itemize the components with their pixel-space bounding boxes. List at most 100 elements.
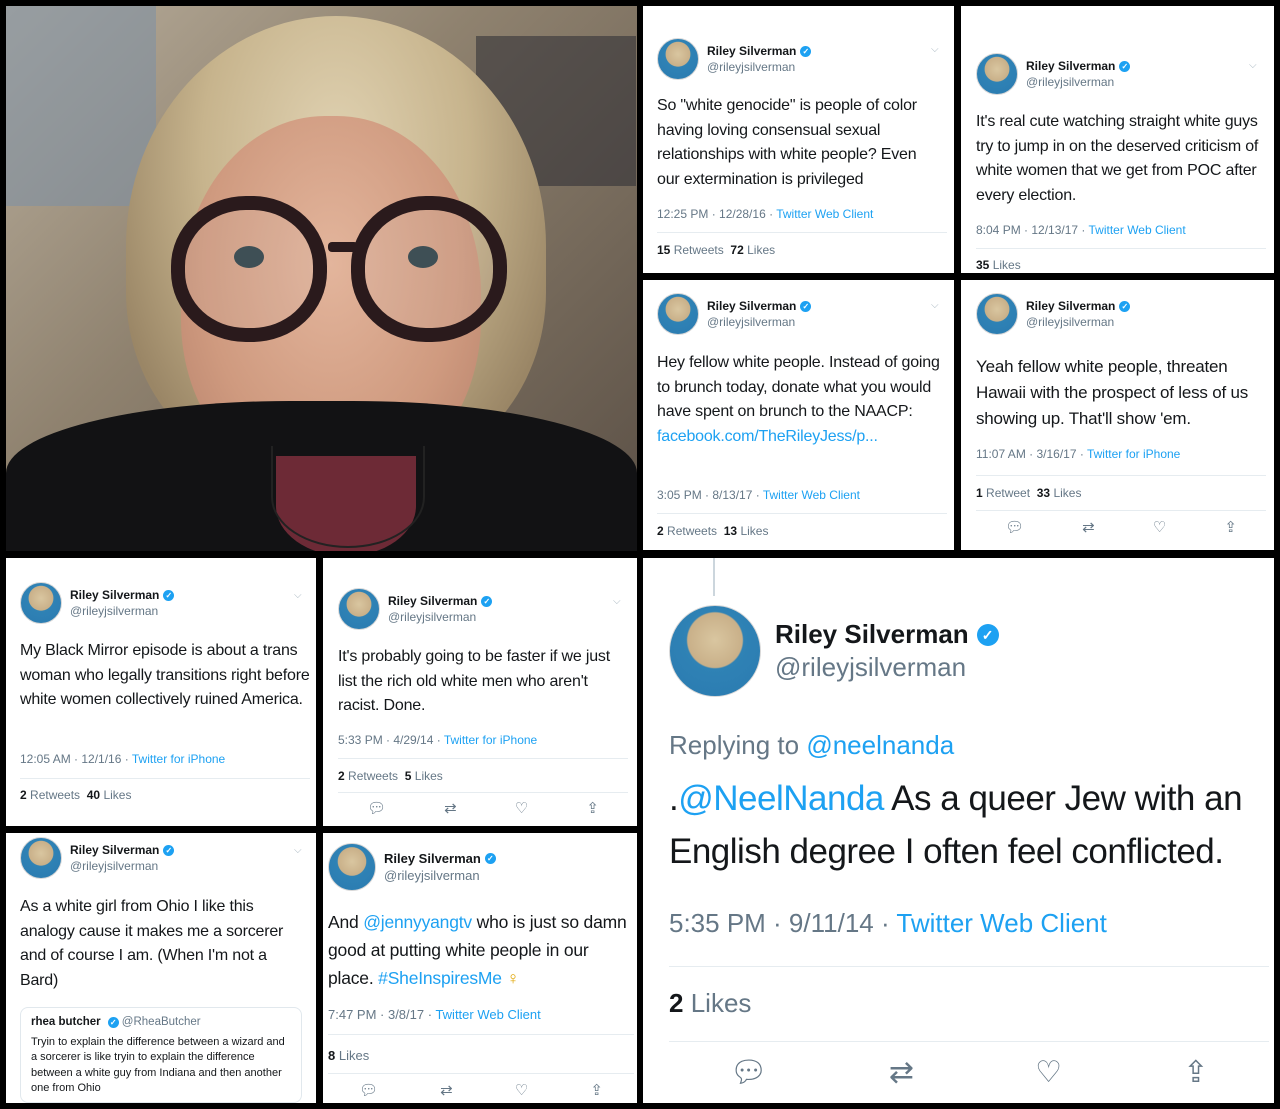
avatar[interactable] xyxy=(20,582,62,624)
reply-icon[interactable]: 💬︎ xyxy=(730,1055,768,1090)
quoted-tweet[interactable]: rhea butcher ✓ @RheaButcher Tryin to exp… xyxy=(20,1007,302,1103)
avatar[interactable] xyxy=(338,588,380,630)
reply-icon[interactable]: 💬︎ xyxy=(359,1081,378,1099)
tweet-stats: 8 Likes xyxy=(328,1048,369,1063)
tweet-source[interactable]: Twitter for iPhone xyxy=(132,752,225,766)
author-name[interactable]: Riley Silverman xyxy=(775,619,969,650)
tweet-source[interactable]: Twitter Web Client xyxy=(896,908,1106,938)
tweet-card[interactable]: Riley Silverman ✓ @rileyjsilverman ⌵ It's… xyxy=(961,6,1274,273)
author-name[interactable]: Riley Silverman xyxy=(707,44,796,58)
share-icon[interactable]: ⇪ xyxy=(586,799,599,817)
tweet-text: .@NeelNanda As a queer Jew with an Engli… xyxy=(669,772,1264,878)
tweet-card[interactable]: Riley Silverman ✓ @rileyjsilverman ⌵ It's… xyxy=(323,558,637,826)
author-handle[interactable]: @rileyjsilverman xyxy=(1026,315,1130,329)
tweet-mention[interactable]: @jennyyangtv xyxy=(363,912,472,932)
tweet-hashtag[interactable]: #SheInspiresMe xyxy=(378,968,502,988)
tweet-text: As a white girl from Ohio I like this an… xyxy=(20,898,284,989)
tweet-card[interactable]: Riley Silverman ✓ @rileyjsilverman ⌵ Hey … xyxy=(643,280,954,550)
like-count[interactable]: 13 xyxy=(724,524,737,538)
chevron-down-icon[interactable]: ⌵ xyxy=(1249,60,1257,71)
quoted-author-name[interactable]: rhea butcher xyxy=(31,1016,101,1028)
like-count[interactable]: 40 xyxy=(87,788,100,802)
verified-check-icon: ✓ xyxy=(976,623,999,646)
author-handle[interactable]: @rileyjsilverman xyxy=(707,315,811,329)
reply-icon[interactable]: 💬︎ xyxy=(1005,518,1024,536)
avatar[interactable] xyxy=(657,293,699,335)
author-name[interactable]: Riley Silverman xyxy=(70,843,159,857)
retweet-count[interactable]: 2 xyxy=(20,788,27,802)
author-handle[interactable]: @rileyjsilverman xyxy=(707,60,811,74)
retweet-count[interactable]: 15 xyxy=(657,243,670,257)
like-count[interactable]: 72 xyxy=(730,243,743,257)
author-name[interactable]: Riley Silverman xyxy=(1026,299,1115,313)
author-handle[interactable]: @rileyjsilverman xyxy=(70,604,174,618)
author-handle[interactable]: @rileyjsilverman xyxy=(384,868,496,883)
author-handle[interactable]: @rileyjsilverman xyxy=(1026,75,1130,89)
like-count[interactable]: 2 xyxy=(669,988,683,1018)
avatar[interactable] xyxy=(976,53,1018,95)
chevron-down-icon[interactable]: ⌵ xyxy=(294,845,302,856)
retweet-icon[interactable]: ⇄ xyxy=(889,1055,914,1090)
like-label: Likes xyxy=(690,988,752,1018)
chevron-down-icon[interactable]: ⌵ xyxy=(613,596,621,607)
divider xyxy=(976,475,1266,476)
like-count[interactable]: 5 xyxy=(405,769,412,783)
tweet-card[interactable]: Riley Silverman ✓ @rileyjsilverman ⌵ So "… xyxy=(643,6,954,273)
share-icon[interactable]: ⇪ xyxy=(590,1081,603,1099)
tweet-header: Riley Silverman ✓ @rileyjsilverman xyxy=(976,53,1131,95)
avatar[interactable] xyxy=(669,605,761,697)
tweet-mention[interactable]: @NeelNanda xyxy=(678,779,884,818)
female-sign-emoji: ♀ xyxy=(506,968,520,988)
retweet-icon[interactable]: ⇄ xyxy=(1082,518,1095,536)
avatar[interactable] xyxy=(976,293,1018,335)
share-icon[interactable]: ⇪ xyxy=(1183,1055,1208,1090)
retweet-label: Retweets xyxy=(30,788,81,802)
author-name[interactable]: Riley Silverman xyxy=(1026,59,1115,73)
tweet-text: Yeah fellow white people, threaten Hawai… xyxy=(976,357,1249,428)
chevron-down-icon[interactable]: ⌵ xyxy=(931,44,939,55)
retweet-count[interactable]: 1 xyxy=(976,486,983,500)
tweet-source[interactable]: Twitter Web Client xyxy=(1089,223,1186,237)
author-handle[interactable]: @rileyjsilverman xyxy=(388,610,492,624)
author-name[interactable]: Riley Silverman xyxy=(384,851,481,866)
author-handle[interactable]: @rileyjsilverman xyxy=(775,652,999,683)
retweet-count[interactable]: 2 xyxy=(338,769,345,783)
replying-mention[interactable]: @neelnanda xyxy=(806,730,954,760)
tweet-source[interactable]: Twitter Web Client xyxy=(776,207,873,221)
author-name[interactable]: Riley Silverman xyxy=(388,594,477,608)
reply-icon[interactable]: 💬︎ xyxy=(367,799,386,817)
share-icon[interactable]: ⇪ xyxy=(1224,518,1237,536)
author-handle[interactable]: @rileyjsilverman xyxy=(70,859,174,873)
chevron-down-icon[interactable]: ⌵ xyxy=(931,300,939,311)
tweet-source[interactable]: Twitter Web Client xyxy=(763,488,860,502)
tweet-stats: 1 Retweet 33 Likes xyxy=(976,486,1081,500)
tweet-card[interactable]: Riley Silverman ✓ @rileyjsilverman Yeah f… xyxy=(961,280,1274,550)
heart-icon[interactable]: ♡ xyxy=(1153,518,1166,536)
tweet-card[interactable]: Riley Silverman ✓ @rileyjsilverman ⌵ My B… xyxy=(6,558,316,826)
tweet-card[interactable]: Riley Silverman ✓ @rileyjsilverman And @j… xyxy=(323,833,637,1103)
heart-icon[interactable]: ♡ xyxy=(1035,1055,1062,1090)
tweet-link[interactable]: facebook.com/TheRileyJess/p... xyxy=(657,428,878,445)
tweet-stats: 35 Likes xyxy=(976,258,1021,272)
retweet-icon[interactable]: ⇄ xyxy=(444,799,457,817)
tweet-card[interactable]: Riley Silverman ✓ @rileyjsilverman Replyi… xyxy=(643,558,1274,1103)
avatar[interactable] xyxy=(328,843,376,891)
tweet-source[interactable]: Twitter Web Client xyxy=(435,1007,540,1022)
tweet-source[interactable]: Twitter for iPhone xyxy=(444,733,537,747)
retweet-icon[interactable]: ⇄ xyxy=(440,1081,453,1099)
chevron-down-icon[interactable]: ⌵ xyxy=(294,590,302,601)
author-name[interactable]: Riley Silverman xyxy=(70,588,159,602)
like-count[interactable]: 35 xyxy=(976,258,989,272)
like-count[interactable]: 33 xyxy=(1037,486,1050,500)
tweet-time: 5:33 PM · 4/29/14 · xyxy=(338,733,444,747)
author-name[interactable]: Riley Silverman xyxy=(707,299,796,313)
avatar[interactable] xyxy=(657,38,699,80)
quoted-author-handle[interactable]: @RheaButcher xyxy=(122,1016,201,1028)
retweet-count[interactable]: 2 xyxy=(657,524,664,538)
tweet-source[interactable]: Twitter for iPhone xyxy=(1087,447,1180,461)
avatar[interactable] xyxy=(20,837,62,879)
heart-icon[interactable]: ♡ xyxy=(515,1081,528,1099)
heart-icon[interactable]: ♡ xyxy=(515,799,528,817)
like-count[interactable]: 8 xyxy=(328,1048,335,1063)
selfie-photo xyxy=(6,6,637,551)
